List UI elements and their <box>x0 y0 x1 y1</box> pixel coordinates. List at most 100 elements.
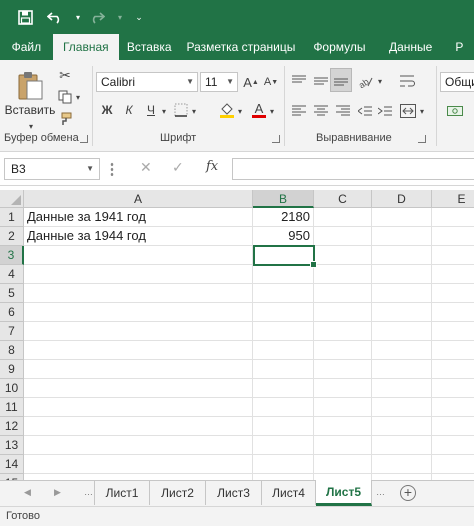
cell-d9[interactable] <box>372 360 432 379</box>
cell-d10[interactable] <box>372 379 432 398</box>
cell-c13[interactable] <box>314 436 372 455</box>
scroll-tabs-right-icon[interactable]: ▶ <box>54 487 61 498</box>
cell-a6[interactable] <box>24 303 253 322</box>
cell-d11[interactable] <box>372 398 432 417</box>
bold-button[interactable]: Ж <box>98 100 116 120</box>
cell-a4[interactable] <box>24 265 253 284</box>
cell-a14[interactable] <box>24 455 253 474</box>
cell-e1[interactable] <box>432 208 474 227</box>
column-header-a[interactable]: A <box>24 190 253 208</box>
cell-b4[interactable] <box>253 265 314 284</box>
cell-e10[interactable] <box>432 379 474 398</box>
clipboard-launcher-icon[interactable] <box>80 135 88 143</box>
merge-dropdown-icon[interactable]: ▾ <box>418 106 426 116</box>
scroll-tabs-left-icon[interactable]: ◀ <box>24 487 31 498</box>
align-right-icon[interactable] <box>334 102 352 120</box>
sheet-tab-5[interactable]: Лист5 <box>316 480 372 506</box>
cell-b2[interactable]: 950 <box>253 227 314 246</box>
row-header-3[interactable]: 3 <box>0 246 24 265</box>
tab-0[interactable]: Файл <box>0 34 53 60</box>
cell-b6[interactable] <box>253 303 314 322</box>
sheet-tab-2[interactable]: Лист2 <box>150 481 206 505</box>
row-header-5[interactable]: 5 <box>0 284 24 303</box>
cell-c9[interactable] <box>314 360 372 379</box>
cell-c5[interactable] <box>314 284 372 303</box>
cell-b1[interactable]: 2180 <box>253 208 314 227</box>
more-sheets-left-icon[interactable]: … <box>84 487 93 497</box>
row-header-9[interactable]: 9 <box>0 360 24 379</box>
copy-icon[interactable] <box>56 88 74 106</box>
cell-e14[interactable] <box>432 455 474 474</box>
alignment-launcher-icon[interactable] <box>418 135 426 143</box>
number-format-combo[interactable]: Общи <box>440 72 474 92</box>
formula-input[interactable] <box>232 158 474 180</box>
italic-button[interactable]: К <box>120 100 138 120</box>
cell-a5[interactable] <box>24 284 253 303</box>
cell-c14[interactable] <box>314 455 372 474</box>
cell-c1[interactable] <box>314 208 372 227</box>
tab-2[interactable]: Вставка <box>119 34 179 60</box>
cell-b14[interactable] <box>253 455 314 474</box>
cell-b10[interactable] <box>253 379 314 398</box>
align-bottom-icon[interactable] <box>330 68 352 92</box>
cell-c7[interactable] <box>314 322 372 341</box>
cell-d6[interactable] <box>372 303 432 322</box>
redo-icon[interactable] <box>86 6 108 28</box>
font-color-dropdown-icon[interactable]: ▾ <box>268 106 276 116</box>
sheet-tab-4[interactable]: Лист4 <box>262 481 316 505</box>
cell-b7[interactable] <box>253 322 314 341</box>
cell-a1[interactable]: Данные за 1941 год <box>24 208 253 227</box>
cell-a12[interactable] <box>24 417 253 436</box>
cell-d14[interactable] <box>372 455 432 474</box>
cell-d5[interactable] <box>372 284 432 303</box>
tab-5[interactable]: Данные <box>376 34 444 60</box>
underline-dropdown-icon[interactable]: ▾ <box>160 106 168 116</box>
cell-d7[interactable] <box>372 322 432 341</box>
row-header-4[interactable]: 4 <box>0 265 24 284</box>
cell-e11[interactable] <box>432 398 474 417</box>
cell-a13[interactable] <box>24 436 253 455</box>
cell-c3[interactable] <box>314 246 372 265</box>
column-header-e[interactable]: E <box>432 190 474 208</box>
cell-d2[interactable] <box>372 227 432 246</box>
font-launcher-icon[interactable] <box>272 135 280 143</box>
select-all-button[interactable] <box>0 190 24 208</box>
name-box[interactable]: B3 ▼ <box>4 158 100 180</box>
format-painter-icon[interactable] <box>56 110 74 128</box>
cancel-entry-icon[interactable]: ✕ <box>140 159 152 176</box>
cell-d4[interactable] <box>372 265 432 284</box>
wrap-text-icon[interactable] <box>398 72 418 90</box>
cut-icon[interactable]: ✂ <box>56 66 74 84</box>
cell-e8[interactable] <box>432 341 474 360</box>
tab-3[interactable]: Разметка страницы <box>179 34 302 60</box>
save-icon[interactable] <box>14 6 36 28</box>
tab-4[interactable]: Формулы <box>302 34 376 60</box>
row-header-7[interactable]: 7 <box>0 322 24 341</box>
decrease-font-icon[interactable]: A ▼ <box>262 72 280 92</box>
borders-icon[interactable] <box>172 100 190 120</box>
cell-e2[interactable] <box>432 227 474 246</box>
cell-a2[interactable]: Данные за 1944 год <box>24 227 253 246</box>
cell-b13[interactable] <box>253 436 314 455</box>
confirm-entry-icon[interactable]: ✓ <box>172 159 184 176</box>
cell-e5[interactable] <box>432 284 474 303</box>
orientation-dropdown-icon[interactable]: ▾ <box>376 76 384 86</box>
row-header-10[interactable]: 10 <box>0 379 24 398</box>
worksheet-grid[interactable]: A B C D E 1 Данные за 1941 год 2180 2 Данные за 1… <box>0 190 474 480</box>
cell-c11[interactable] <box>314 398 372 417</box>
font-name-combo[interactable]: Calibri ▼ <box>96 72 198 92</box>
align-left-icon[interactable] <box>290 102 308 120</box>
font-size-combo[interactable]: 11 ▼ <box>200 72 238 92</box>
cell-c4[interactable] <box>314 265 372 284</box>
tab-6[interactable]: Р <box>445 34 474 60</box>
row-header-14[interactable]: 14 <box>0 455 24 474</box>
orientation-icon[interactable]: ab <box>356 72 376 90</box>
cell-c2[interactable] <box>314 227 372 246</box>
add-sheet-icon[interactable]: + <box>400 485 416 501</box>
cell-c10[interactable] <box>314 379 372 398</box>
tab-1[interactable]: Главная <box>52 34 119 60</box>
cell-d3[interactable] <box>372 246 432 265</box>
cell-d8[interactable] <box>372 341 432 360</box>
cell-c6[interactable] <box>314 303 372 322</box>
formula-bar-splitter[interactable] <box>110 162 114 176</box>
